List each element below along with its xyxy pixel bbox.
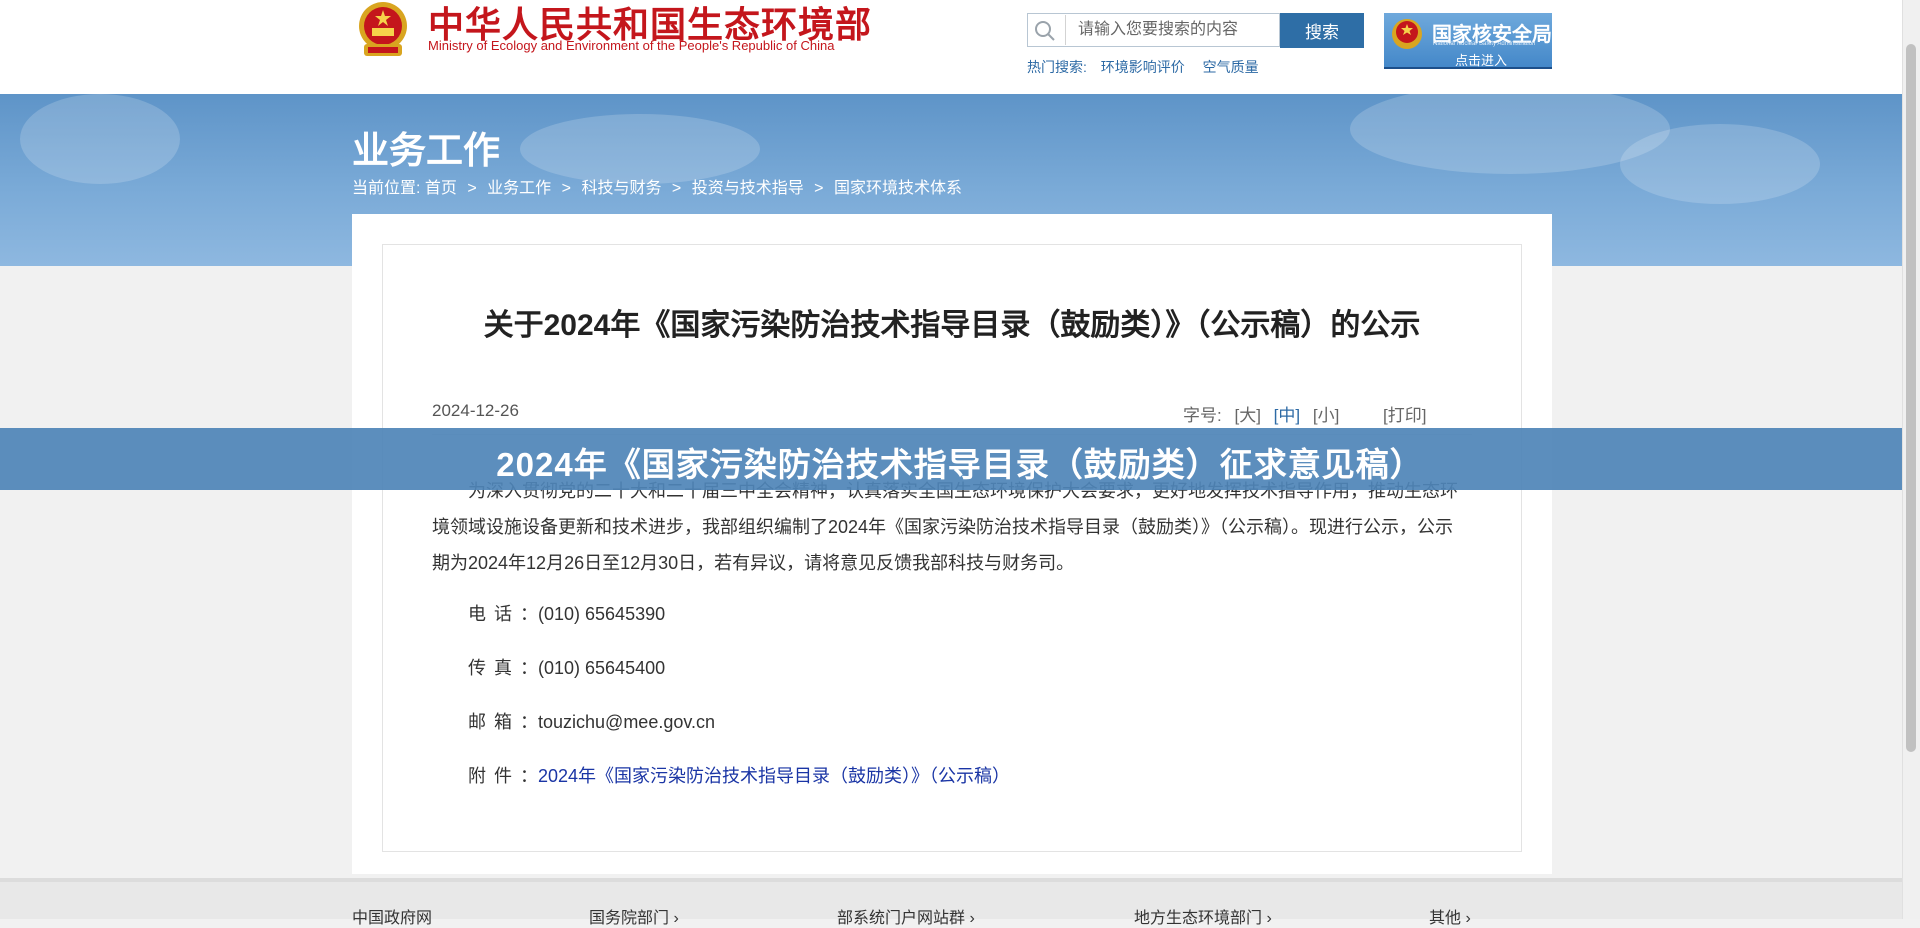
banner-cloud bbox=[20, 94, 180, 184]
font-size-large-button[interactable]: [大] bbox=[1234, 406, 1260, 425]
hot-search-item[interactable]: 空气质量 bbox=[1203, 59, 1259, 75]
contact-label: 附件 bbox=[468, 766, 520, 786]
search-divider bbox=[1065, 15, 1066, 45]
font-size-small-button[interactable]: [小] bbox=[1313, 406, 1339, 425]
overlay-caption: 2024年《国家污染防治技术指导目录（鼓励类）征求意见稿） bbox=[496, 446, 1424, 483]
breadcrumb-item-tech-finance[interactable]: 科技与财务 bbox=[581, 180, 661, 197]
section-title: 业务工作 bbox=[352, 130, 500, 171]
footer-link-local-depts[interactable]: 地方生态环境部门 › bbox=[1134, 904, 1272, 928]
nnsa-subtitle: National Nuclear Safety Administration bbox=[1433, 41, 1536, 47]
breadcrumb-separator: > bbox=[671, 180, 682, 197]
breadcrumb-item-tech-system[interactable]: 国家环境技术体系 bbox=[834, 180, 962, 197]
search-input[interactable] bbox=[1070, 15, 1291, 45]
contact-value: touzichu@mee.gov.cn bbox=[538, 712, 716, 732]
contact-phone: 电话：(010) 65645390 bbox=[468, 604, 666, 624]
contact-value: (010) 65645400 bbox=[538, 658, 666, 678]
search-button[interactable]: 搜索 bbox=[1280, 13, 1364, 48]
breadcrumb-item-home[interactable]: 首页 bbox=[425, 180, 457, 197]
footer-link-state-council[interactable]: 国务院部门 › bbox=[589, 904, 679, 928]
breadcrumb-item-business[interactable]: 业务工作 bbox=[487, 180, 551, 197]
article-date: 2024-12-26 bbox=[432, 401, 519, 420]
footer-link-other[interactable]: 其他 › bbox=[1429, 904, 1471, 928]
breadcrumb-separator: > bbox=[814, 180, 824, 197]
national-emblem-icon[interactable] bbox=[352, 0, 414, 60]
contact-fax: 传真：(010) 65645400 bbox=[468, 658, 666, 678]
site-header bbox=[0, 0, 1902, 94]
contact-label: 传真 bbox=[468, 658, 520, 678]
contact-label: 电话 bbox=[468, 604, 520, 624]
attachment-link[interactable]: 2024年《国家污染防治技术指导目录（鼓励类）》（公示稿） bbox=[538, 766, 1010, 786]
scrollbar-thumb[interactable] bbox=[1906, 44, 1916, 752]
breadcrumb-prefix: 当前位置: bbox=[352, 180, 421, 197]
contact-label: 邮箱 bbox=[468, 712, 520, 732]
breadcrumb-separator: > bbox=[561, 180, 571, 197]
site-name-en[interactable]: Ministry of Ecology and Environment of t… bbox=[428, 38, 834, 53]
breadcrumb: 当前位置: 首页 > 业务工作 > 科技与财务 > 投资与技术指导 > 国家环境… bbox=[352, 174, 962, 198]
hot-search-label: 热门搜索: bbox=[1027, 59, 1087, 75]
contact-value: (010) 65645390 bbox=[538, 604, 666, 624]
hot-search: 热门搜索: 环境影响评价 空气质量 bbox=[1027, 57, 1273, 77]
breadcrumb-item-investment[interactable]: 投资与技术指导 bbox=[692, 180, 804, 197]
breadcrumb-separator: > bbox=[467, 180, 477, 197]
footer-link-ministry-sites[interactable]: 部系统门户网站群 › bbox=[837, 904, 975, 928]
font-size-label: 字号: bbox=[1183, 406, 1222, 425]
nnsa-enter-label[interactable]: 点击进入 bbox=[1455, 50, 1507, 69]
footer-link-gov[interactable]: 中国政府网 bbox=[352, 904, 432, 928]
article-title: 关于2024年《国家污染防治技术指导目录（鼓励类）》（公示稿）的公示 bbox=[483, 309, 1421, 342]
nnsa-emblem-icon bbox=[1392, 19, 1422, 49]
font-size-medium-button[interactable]: [中] bbox=[1274, 406, 1300, 425]
print-button[interactable]: [打印] bbox=[1383, 401, 1426, 426]
contact-attachment: 附件：2024年《国家污染防治技术指导目录（鼓励类）》（公示稿） bbox=[468, 766, 1011, 786]
search-icon bbox=[1035, 21, 1055, 41]
contact-email: 邮箱：touzichu@mee.gov.cn bbox=[468, 712, 716, 732]
hot-search-item[interactable]: 环境影响评价 bbox=[1101, 59, 1185, 75]
font-size-control: 字号: [大] [中] [小] bbox=[1183, 401, 1347, 426]
banner-cloud bbox=[1620, 124, 1820, 204]
